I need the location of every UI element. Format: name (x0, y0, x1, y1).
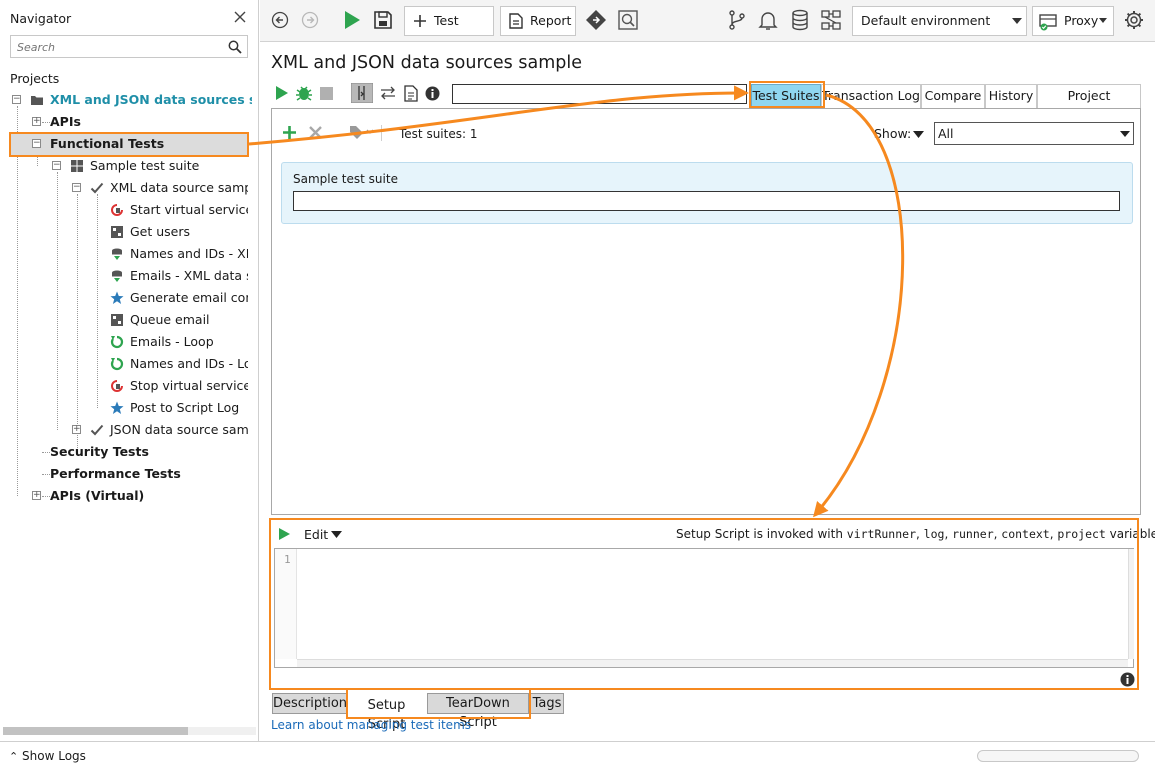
annotation-arrows (248, 85, 905, 518)
status-progress (977, 750, 1139, 762)
status-bar: ⌃ Show Logs (0, 741, 1155, 769)
show-logs-button[interactable]: ⌃ Show Logs (9, 749, 86, 763)
chevron-up-icon: ⌃ (9, 750, 19, 763)
